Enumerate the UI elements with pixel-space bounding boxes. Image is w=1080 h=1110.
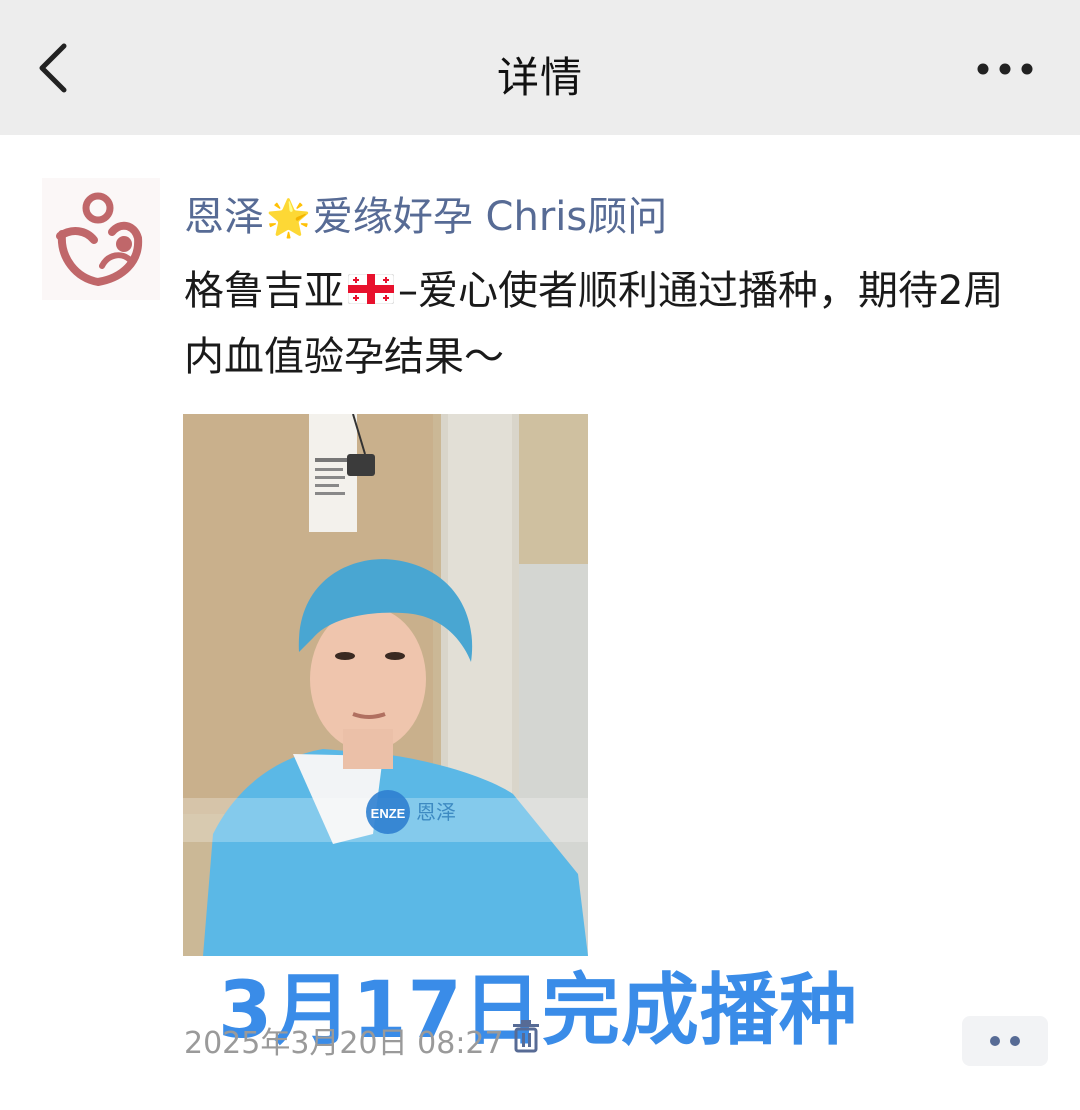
star-emoji: 🌟	[266, 198, 311, 239]
more-button[interactable]	[972, 56, 1038, 82]
watermark-text: 恩泽	[416, 800, 456, 824]
author-name-prefix: 恩泽	[184, 194, 264, 240]
delete-button[interactable]	[510, 1018, 542, 1054]
page-title: 详情	[496, 53, 583, 102]
author-name[interactable]: 恩泽🌟爱缘好孕 Chris顾问	[184, 184, 667, 242]
watermark-logo: ENZE	[371, 806, 406, 821]
comment-action-button[interactable]	[962, 1016, 1048, 1066]
enze-logo-icon	[56, 192, 143, 287]
trash-icon	[513, 1020, 539, 1053]
post-photo[interactable]: ENZE 恩泽	[183, 414, 588, 956]
author-name-suffix: 爱缘好孕 Chris顾问	[312, 194, 668, 240]
post-timestamp: 2025年3月20日 08:27	[184, 1026, 504, 1061]
photo-image: ENZE 恩泽	[183, 414, 588, 956]
avatar[interactable]	[42, 178, 160, 300]
post-text-part1: 格鲁吉亚	[184, 268, 344, 314]
comment-dots-icon	[990, 1036, 1020, 1046]
more-dots-icon	[977, 63, 1033, 75]
top-bar: 详情	[0, 0, 1080, 135]
georgia-flag-icon	[348, 274, 394, 304]
post-text: 格鲁吉亚 –爱心使者顺利通过播种，期待2周内血值验孕结果～	[184, 258, 1034, 390]
